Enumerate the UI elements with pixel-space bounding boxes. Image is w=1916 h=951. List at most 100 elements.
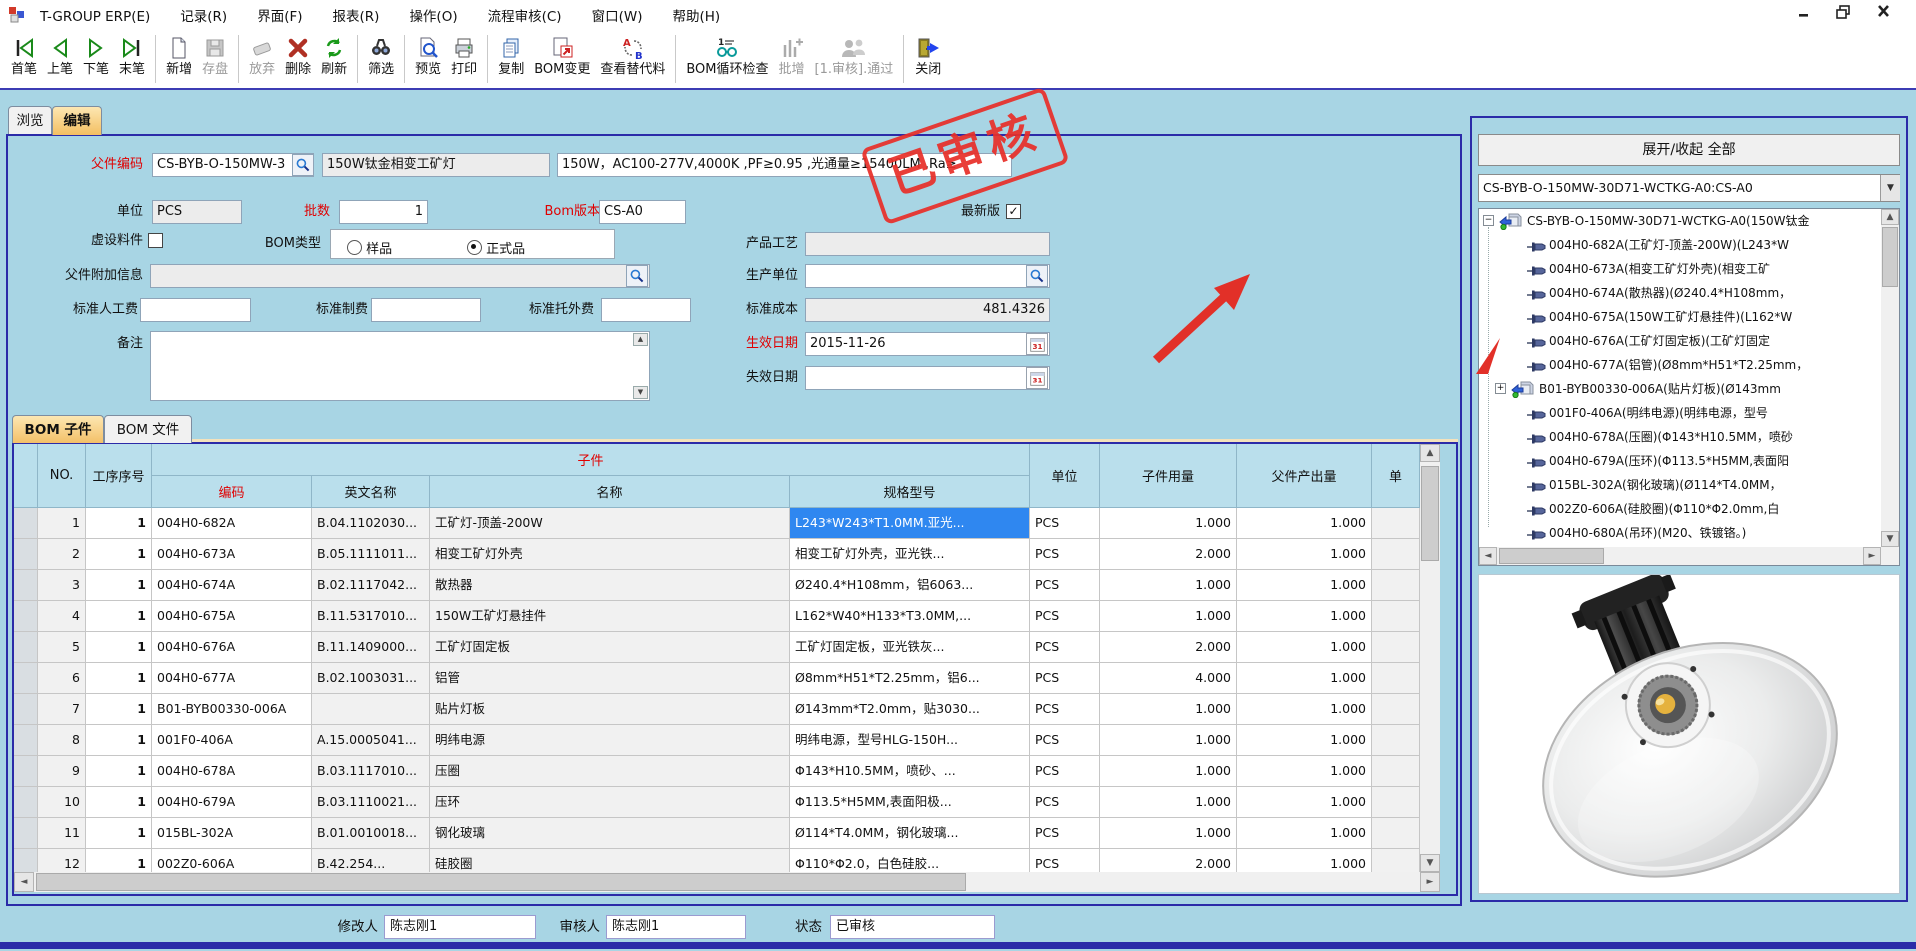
restore-button[interactable] <box>1832 4 1854 24</box>
cell-out[interactable]: 1.000 <box>1237 756 1372 787</box>
cell-extra[interactable] <box>1372 725 1420 756</box>
cell-code[interactable]: 004H0-673A <box>152 539 312 570</box>
cell-qty[interactable]: 1.000 <box>1100 725 1237 756</box>
cell-qty[interactable]: 1.000 <box>1100 756 1237 787</box>
effective-date-calendar-button[interactable]: 31 <box>1026 333 1048 355</box>
tree-item[interactable]: −CS-BYB-O-150MW-30D71-WCTKG-A0(150W钛金 <box>1479 209 1899 233</box>
note-textarea[interactable] <box>150 331 650 401</box>
cell-extra[interactable] <box>1372 539 1420 570</box>
cell-qty[interactable]: 2.000 <box>1100 632 1237 663</box>
cell-sel[interactable] <box>14 508 38 539</box>
cell-no[interactable]: 1 <box>38 508 86 539</box>
cell-no[interactable]: 9 <box>38 756 86 787</box>
cell-sel[interactable] <box>14 818 38 849</box>
cell-seq[interactable]: 1 <box>86 601 152 632</box>
menu-item-4[interactable]: 操作(O) <box>409 9 457 25</box>
cell-sel[interactable] <box>14 849 38 872</box>
cell-code[interactable]: 015BL-302A <box>152 818 312 849</box>
tree-horizontal-scrollbar[interactable]: ◄ ► <box>1479 547 1899 565</box>
cell-unit[interactable]: PCS <box>1030 725 1100 756</box>
note-scroll-up[interactable]: ▲ <box>633 333 648 346</box>
cell-code[interactable]: 004H0-674A <box>152 570 312 601</box>
cell-no[interactable]: 8 <box>38 725 86 756</box>
cell-no[interactable]: 11 <box>38 818 86 849</box>
scroll-thumb[interactable] <box>1882 227 1898 287</box>
scroll-up-button[interactable]: ▲ <box>1881 209 1899 225</box>
bom-version-field[interactable]: CS-A0 <box>599 200 686 224</box>
tree-vertical-scrollbar[interactable]: ▲ ▼ <box>1881 209 1899 547</box>
cell-spec[interactable]: Φ113.5*H5MM,表面阳极... <box>790 787 1030 818</box>
expire-date-calendar-button[interactable]: 31 <box>1026 367 1048 389</box>
tree-item[interactable]: 004H0-674A(散热器)(Ø240.4*H108mm， <box>1479 281 1899 305</box>
menu-item-6[interactable]: 窗口(W) <box>592 9 643 25</box>
cell-out[interactable]: 1.000 <box>1237 725 1372 756</box>
cell-unit[interactable]: PCS <box>1030 756 1100 787</box>
cell-unit[interactable]: PCS <box>1030 818 1100 849</box>
cell-sel[interactable] <box>14 601 38 632</box>
cell-spec[interactable]: 工矿灯固定板，亚光铁灰... <box>790 632 1030 663</box>
menu-item-2[interactable]: 界面(F) <box>257 9 302 25</box>
expand-box[interactable]: + <box>1495 383 1506 394</box>
cell-en[interactable]: B.05.1111011... <box>312 539 430 570</box>
toolbar-preview-button[interactable]: 预览 <box>410 33 446 79</box>
toolbar-new-button[interactable]: 新增 <box>161 33 197 79</box>
cell-extra[interactable] <box>1372 601 1420 632</box>
toolbar-refresh-button[interactable]: 刷新 <box>316 33 352 79</box>
cell-name[interactable]: 相变工矿灯外壳 <box>430 539 790 570</box>
cell-unit[interactable]: PCS <box>1030 539 1100 570</box>
cell-en[interactable]: B.03.1117010... <box>312 756 430 787</box>
scroll-up-button[interactable]: ▲ <box>1420 444 1440 462</box>
cell-sel[interactable] <box>14 663 38 694</box>
tree-item[interactable]: 004H0-673A(相变工矿灯外壳)(相变工矿 <box>1479 257 1899 281</box>
toolbar-filter-button[interactable]: 筛选 <box>363 33 399 79</box>
cell-sel[interactable] <box>14 725 38 756</box>
cell-en[interactable]: B.42.254... <box>312 849 430 872</box>
cell-extra[interactable] <box>1372 632 1420 663</box>
cell-unit[interactable]: PCS <box>1030 570 1100 601</box>
grid-horizontal-scrollbar[interactable]: ◄ ► <box>14 872 1440 892</box>
cell-code[interactable]: B01-BYB00330-006A <box>152 694 312 725</box>
cell-code[interactable]: 004H0-678A <box>152 756 312 787</box>
toolbar-close-button[interactable]: 关闭 <box>909 33 947 79</box>
cell-en[interactable] <box>312 694 430 725</box>
menu-item-7[interactable]: 帮助(H) <box>672 9 720 25</box>
cell-sel[interactable] <box>14 694 38 725</box>
batch-field[interactable]: 1 <box>339 200 428 224</box>
toolbar-first-button[interactable]: 首笔 <box>6 33 42 79</box>
std-mfg-field[interactable] <box>371 298 481 322</box>
cell-sel[interactable] <box>14 787 38 818</box>
cell-extra[interactable] <box>1372 818 1420 849</box>
cell-name[interactable]: 散热器 <box>430 570 790 601</box>
menu-item-3[interactable]: 报表(R) <box>333 9 380 25</box>
cell-extra[interactable] <box>1372 787 1420 818</box>
minimize-button[interactable] <box>1793 4 1815 24</box>
bom-tree-dropdown[interactable]: CS-BYB-O-150MW-30D71-WCTKG-A0:CS-A0 <box>1478 174 1900 202</box>
cell-seq[interactable]: 1 <box>86 663 152 694</box>
cell-spec[interactable]: Φ110*Φ2.0，白色硅胶... <box>790 849 1030 872</box>
cell-extra[interactable] <box>1372 663 1420 694</box>
latest-version-checkbox[interactable]: ✓ <box>1006 204 1021 219</box>
cell-en[interactable]: B.11.5317010... <box>312 601 430 632</box>
cell-out[interactable]: 1.000 <box>1237 663 1372 694</box>
tree-item[interactable]: 004H0-676A(工矿灯固定板)(工矿灯固定 <box>1479 329 1899 353</box>
toolbar-substitute-button[interactable]: AB查看替代料 <box>595 33 670 79</box>
tree-item[interactable]: 015BL-302A(钢化玻璃)(Ø114*T4.0MM， <box>1479 473 1899 497</box>
tree-item[interactable]: 004H0-677A(铝管)(Ø8mm*H51*T2.25mm， <box>1479 353 1899 377</box>
cell-out[interactable]: 1.000 <box>1237 694 1372 725</box>
cell-out[interactable]: 1.000 <box>1237 818 1372 849</box>
scroll-left-button[interactable]: ◄ <box>1479 547 1497 565</box>
cell-no[interactable]: 12 <box>38 849 86 872</box>
cell-extra[interactable] <box>1372 849 1420 872</box>
toolbar-last-button[interactable]: 末笔 <box>114 33 150 79</box>
cell-sel[interactable] <box>14 756 38 787</box>
cell-seq[interactable]: 1 <box>86 849 152 872</box>
cell-name[interactable]: 工矿灯-顶盖-200W <box>430 508 790 539</box>
grid-vertical-scrollbar[interactable]: ▲ ▼ <box>1420 444 1440 872</box>
cell-qty[interactable]: 1.000 <box>1100 570 1237 601</box>
tree-item[interactable]: +B01-BYB00330-006A(贴片灯板)(Ø143mm <box>1479 377 1899 401</box>
cell-unit[interactable]: PCS <box>1030 787 1100 818</box>
cell-seq[interactable]: 1 <box>86 539 152 570</box>
bom-type-sample-radio[interactable]: 样品 <box>347 238 392 257</box>
cell-name[interactable]: 明纬电源 <box>430 725 790 756</box>
toolbar-next-button[interactable]: 下笔 <box>78 33 114 79</box>
